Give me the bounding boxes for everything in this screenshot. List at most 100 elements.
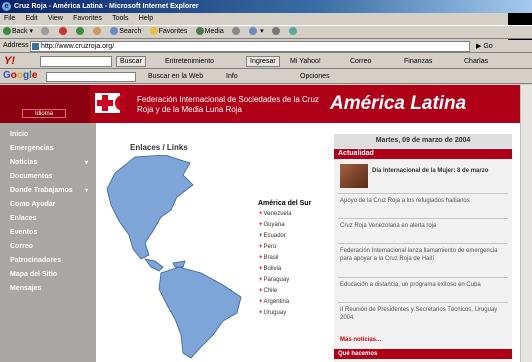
yahoo-link-entretenimiento[interactable]: Entretenimiento <box>165 57 214 67</box>
home-button[interactable] <box>90 26 105 38</box>
google-logo[interactable]: Google <box>3 70 37 81</box>
sidebar-item-correo[interactable]: Correo <box>10 243 33 250</box>
sidebar-item-eventos[interactable]: Eventos <box>10 229 37 236</box>
yahoo-logo[interactable]: Y! <box>4 55 15 67</box>
sidebar-nav: Inicio Emergencias Noticias ▾ Documentos … <box>0 123 96 362</box>
central-america-shape[interactable] <box>144 258 164 272</box>
sidebar-item-enlaces[interactable]: Enlaces <box>10 215 36 222</box>
sidebar-item-donde-trabajamos[interactable]: Donde Trabajamos ▾ <box>10 187 92 194</box>
region-list-title: América del Sur <box>258 200 312 207</box>
star-icon <box>149 27 158 36</box>
address-input[interactable]: http://www.cruzroja.org/ <box>30 41 470 52</box>
divider <box>338 277 508 278</box>
sidebar-item-inicio[interactable]: Inicio <box>10 131 28 138</box>
plus-icon: + <box>259 266 263 272</box>
refresh-button[interactable] <box>73 26 88 38</box>
plus-icon: + <box>259 299 263 305</box>
yahoo-search-input[interactable] <box>40 56 112 67</box>
sidebar-item-como-ayudar[interactable]: Como Ayudar <box>10 201 55 208</box>
red-cross-bar <box>97 100 113 106</box>
news-link[interactable]: Cruz Roja Venezolana en alerta roja <box>340 222 505 230</box>
media-button[interactable]: Media <box>193 26 227 38</box>
menu-tools[interactable]: Tools <box>108 13 132 25</box>
news-link[interactable]: Educación a distancia, un programa exito… <box>340 281 505 289</box>
back-button[interactable]: Back ▾ <box>0 26 36 38</box>
plus-icon: + <box>259 233 263 239</box>
search-button[interactable]: Search <box>107 26 144 38</box>
country-link[interactable]: +Brasil <box>259 255 279 261</box>
sidebar-item-noticias[interactable]: Noticias ▾ <box>10 159 92 166</box>
menu-help[interactable]: Help <box>135 13 157 25</box>
more-news-link[interactable]: Más noticias... <box>340 337 381 343</box>
country-link[interactable]: +Venezuela <box>259 211 292 217</box>
americas-map[interactable] <box>105 155 255 360</box>
print-icon <box>271 27 280 36</box>
plus-icon: + <box>259 277 263 283</box>
featured-news-link[interactable]: Día Internacional de la Mujer: 8 de marz… <box>372 167 507 175</box>
standard-toolbar: Back ▾ Search Favorites Media ▾ <box>0 25 532 39</box>
country-link[interactable]: +Perú <box>259 244 276 250</box>
sidebar-item-mapa-del-sitio[interactable]: Mapa del Sitio <box>10 271 57 278</box>
plus-icon: + <box>259 222 263 228</box>
chevron-down-icon: ▾ <box>84 188 88 194</box>
yahoo-link-mi-yahoo[interactable]: Mi Yahoo! <box>290 57 321 67</box>
favorites-button[interactable]: Favorites <box>147 26 191 38</box>
stop-button[interactable] <box>56 26 71 38</box>
chevron-down-icon: ▾ <box>84 160 88 166</box>
yahoo-search-button[interactable]: Buscar <box>116 56 146 67</box>
mail-icon <box>249 27 258 36</box>
yahoo-link-finanzas[interactable]: Finanzas <box>404 57 432 67</box>
north-america-shape[interactable] <box>106 155 194 260</box>
plus-icon: + <box>259 288 263 294</box>
south-america-shape[interactable] <box>158 266 242 359</box>
sidebar-item-mensajes[interactable]: Mensajes <box>10 285 42 292</box>
news-link[interactable]: Apoyo de la Cruz Roja a los refugiados h… <box>340 197 505 205</box>
mail-button[interactable]: ▾ <box>246 26 266 38</box>
address-label: Address <box>3 42 29 49</box>
print-button[interactable] <box>269 26 284 38</box>
sidebar-item-documentos[interactable]: Documentos <box>10 173 52 180</box>
news-link[interactable]: Federación Internacional lanza llamamien… <box>340 247 505 263</box>
plus-icon: + <box>259 255 263 261</box>
google-info-button[interactable]: Info <box>226 72 238 82</box>
google-search-input[interactable] <box>46 72 136 82</box>
yahoo-signin-button[interactable]: Ingresar <box>246 56 280 67</box>
sidebar-item-emergencias[interactable]: Emergencias <box>10 145 54 152</box>
menu-view[interactable]: View <box>44 13 67 25</box>
language-button[interactable]: Idioma <box>22 109 66 118</box>
forward-arrow-icon <box>41 27 50 36</box>
go-button[interactable]: ▶ Go <box>476 41 506 52</box>
menu-edit[interactable]: Edit <box>22 13 42 25</box>
yahoo-link-charlas[interactable]: Charlas <box>464 57 488 67</box>
country-link[interactable]: +Bolivia <box>259 266 281 272</box>
yahoo-toolbar: Y! Buscar Entretenimiento Ingresar Mi Ya… <box>0 54 532 69</box>
google-toolbar: Google Buscar en la Web Info Opciones <box>0 70 532 84</box>
search-icon <box>110 27 119 36</box>
edit-button[interactable] <box>286 26 301 38</box>
news-photo[interactable] <box>340 164 368 188</box>
actualidad-header: Actualidad <box>334 149 512 159</box>
google-search-web-button[interactable]: Buscar en la Web <box>148 72 203 82</box>
news-link[interactable]: II Reunión de Presidentes y Secretarios … <box>340 306 505 322</box>
country-link[interactable]: +Ecuador <box>259 233 286 239</box>
divider <box>338 243 508 244</box>
google-options-button[interactable]: Opciones <box>300 72 330 82</box>
yahoo-link-correo[interactable]: Correo <box>350 57 371 67</box>
history-button[interactable] <box>229 26 244 38</box>
menu-favorites[interactable]: Favorites <box>69 13 106 25</box>
refresh-icon <box>75 27 84 36</box>
country-link[interactable]: +Guyana <box>259 222 285 228</box>
country-link[interactable]: +Paraguay <box>259 277 289 283</box>
home-icon <box>92 27 101 36</box>
country-link[interactable]: +Chile <box>259 288 277 294</box>
caribbean-shape[interactable] <box>172 260 186 268</box>
country-link[interactable]: +Argentina <box>259 299 289 305</box>
divider <box>338 218 508 219</box>
address-bar: Address http://www.cruzroja.org/ ▶ Go <box>0 40 532 53</box>
country-link[interactable]: +Uruguay <box>259 310 286 316</box>
vertical-scrollbar[interactable] <box>520 85 532 362</box>
forward-button[interactable] <box>38 26 53 38</box>
plus-icon: + <box>259 211 263 217</box>
menu-file[interactable]: File <box>0 13 19 25</box>
sidebar-item-patrocinadores[interactable]: Patrocinadores <box>10 257 61 264</box>
